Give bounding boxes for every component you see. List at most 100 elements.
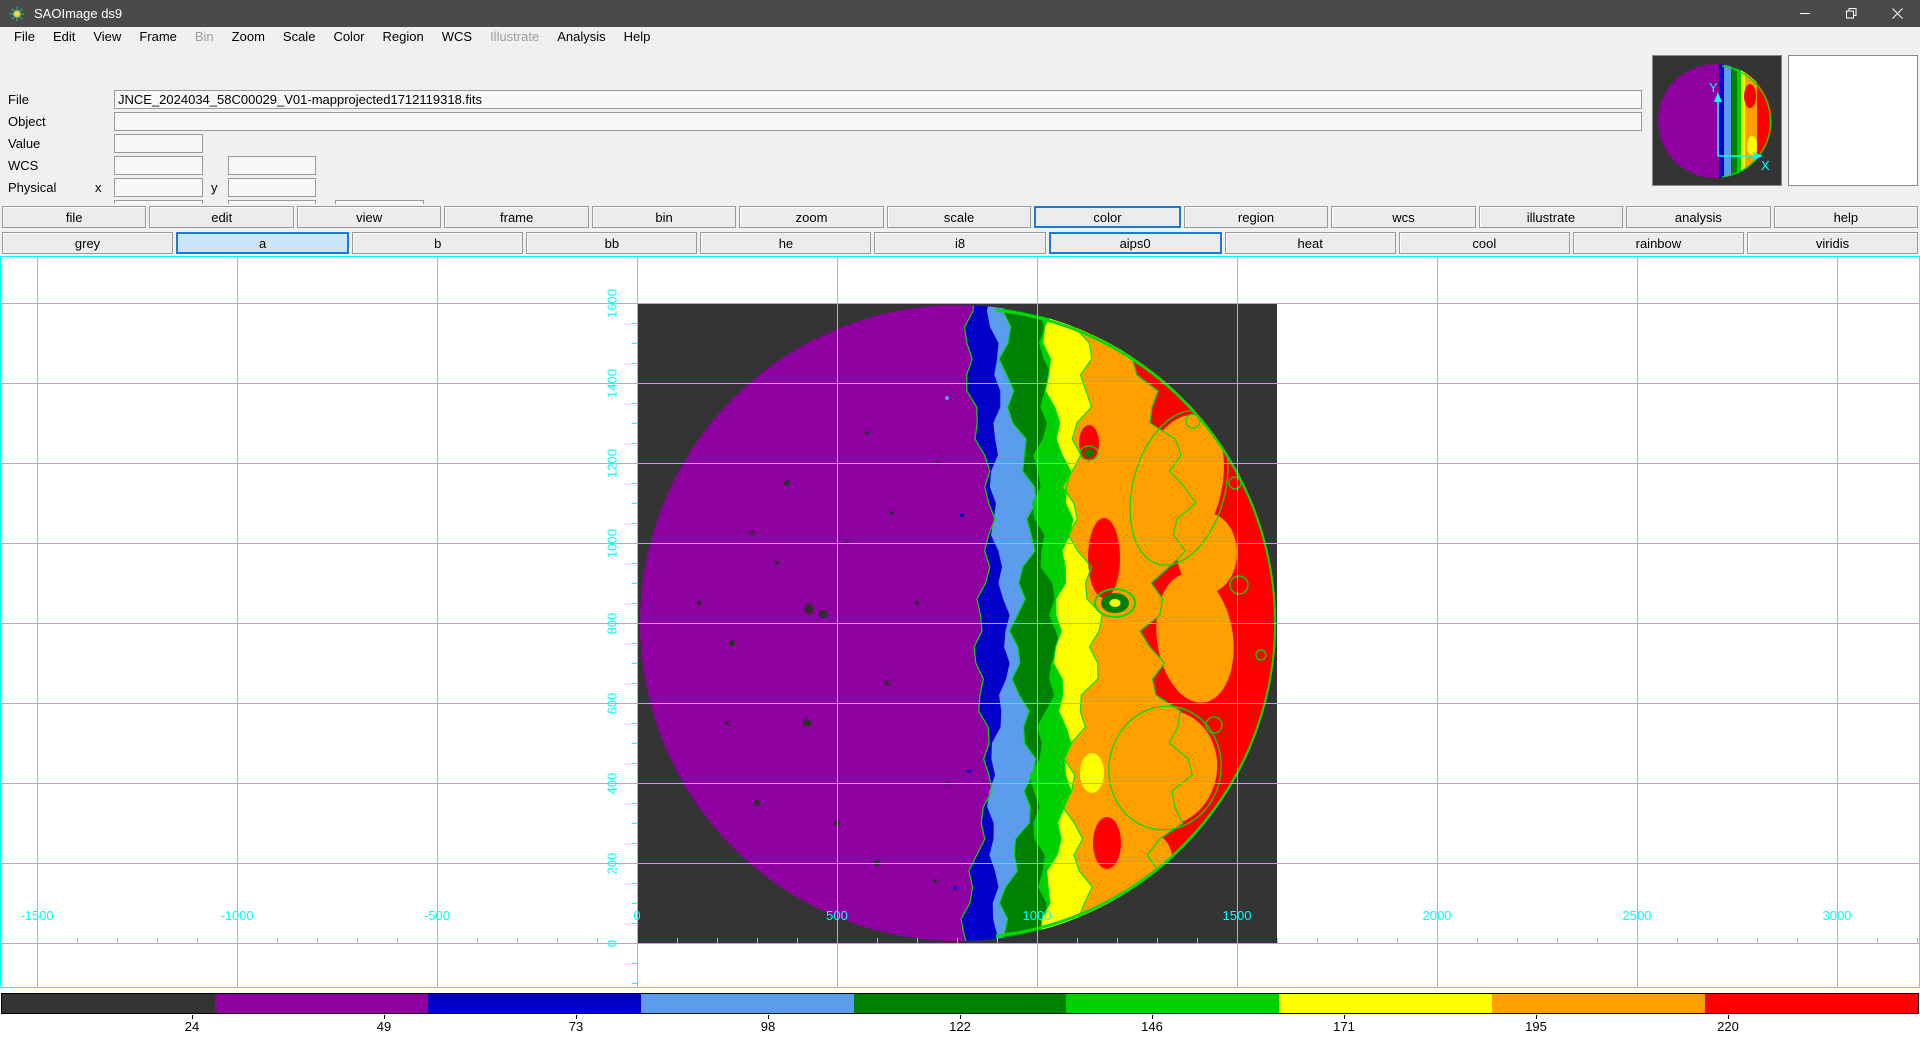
x-tick-label-2500: 2500 bbox=[1607, 908, 1667, 923]
grid-hline-800 bbox=[1, 623, 1920, 624]
toolbar-button-wcs[interactable]: wcs bbox=[1331, 206, 1475, 228]
colormap-button-cool[interactable]: cool bbox=[1399, 232, 1570, 254]
axis-minor-tick-y bbox=[632, 483, 637, 484]
colormap-button-b[interactable]: b bbox=[352, 232, 523, 254]
y-tick-label-200: 200 bbox=[605, 842, 620, 886]
axis-minor-tick-x bbox=[1157, 938, 1158, 943]
axis-minor-tick-y bbox=[632, 983, 637, 984]
image-canvas[interactable]: -1500-1000-50005001000150020002500300016… bbox=[0, 256, 1920, 988]
file-field[interactable]: JNCE_2024034_58C00029_V01-mapprojected17… bbox=[114, 90, 1642, 109]
axis-minor-tick-x bbox=[1517, 938, 1518, 943]
menu-help[interactable]: Help bbox=[615, 29, 660, 44]
axis-minor-tick-x bbox=[1397, 938, 1398, 943]
menu-file[interactable]: File bbox=[5, 29, 44, 44]
toolbar-button-color[interactable]: color bbox=[1034, 206, 1180, 228]
value-label: Value bbox=[8, 134, 40, 153]
colormap-button-aips0[interactable]: aips0 bbox=[1049, 232, 1222, 254]
menu-view[interactable]: View bbox=[84, 29, 130, 44]
colormap-button-heat[interactable]: heat bbox=[1225, 232, 1396, 254]
restore-button[interactable] bbox=[1828, 0, 1874, 27]
toolbar-button-help[interactable]: help bbox=[1774, 206, 1918, 228]
axis-minor-tick-x bbox=[1117, 938, 1118, 943]
x-tick-label-500: 500 bbox=[807, 908, 867, 923]
minimize-button[interactable] bbox=[1782, 0, 1828, 27]
colorbar-label-98: 98 bbox=[746, 1019, 790, 1034]
menu-frame[interactable]: Frame bbox=[130, 29, 186, 44]
axis-minor-tick-x bbox=[1917, 938, 1918, 943]
axis-minor-tick-x bbox=[797, 938, 798, 943]
wcs-field-1[interactable] bbox=[114, 156, 203, 175]
value-field[interactable] bbox=[114, 134, 203, 153]
axis-minor-tick-y bbox=[632, 883, 637, 884]
physical-y-letter: y bbox=[211, 178, 218, 197]
axis-minor-tick-x bbox=[877, 938, 878, 943]
x-tick-label--500: -500 bbox=[407, 908, 467, 923]
colormap-button-bb[interactable]: bb bbox=[526, 232, 697, 254]
menu-bin[interactable]: Bin bbox=[186, 29, 223, 44]
colormap-button-rainbow[interactable]: rainbow bbox=[1573, 232, 1744, 254]
toolbar-button-region[interactable]: region bbox=[1184, 206, 1328, 228]
y-tick-label-400: 400 bbox=[605, 762, 620, 806]
magnifier[interactable] bbox=[1788, 55, 1918, 186]
menu-scale[interactable]: Scale bbox=[274, 29, 325, 44]
colorbar-label-24: 24 bbox=[170, 1019, 214, 1034]
menu-region[interactable]: Region bbox=[374, 29, 433, 44]
toolbar-button-frame[interactable]: frame bbox=[444, 206, 588, 228]
app-icon bbox=[9, 6, 25, 22]
axis-minor-tick-y bbox=[632, 343, 637, 344]
colorbar-segment-1 bbox=[215, 994, 428, 1013]
toolbar-button-analysis[interactable]: analysis bbox=[1626, 206, 1770, 228]
axis-minor-tick-y bbox=[632, 523, 637, 524]
colorbar-segment-2 bbox=[428, 994, 641, 1013]
axis-minor-tick-x bbox=[1477, 938, 1478, 943]
axis-minor-tick-x bbox=[317, 938, 318, 943]
menu-illustrate[interactable]: Illustrate bbox=[481, 29, 548, 44]
physical-x-field[interactable] bbox=[114, 178, 203, 197]
menu-zoom[interactable]: Zoom bbox=[223, 29, 274, 44]
colorbar-segment-8 bbox=[1705, 994, 1918, 1013]
toolbar-button-edit[interactable]: edit bbox=[149, 206, 293, 228]
colorbar[interactable] bbox=[1, 993, 1919, 1014]
axis-minor-tick-x bbox=[557, 938, 558, 943]
menu-edit[interactable]: Edit bbox=[44, 29, 84, 44]
axis-minor-tick-x bbox=[597, 938, 598, 943]
menu-analysis[interactable]: Analysis bbox=[548, 29, 614, 44]
object-field[interactable] bbox=[114, 112, 1642, 131]
axis-minor-tick-x bbox=[197, 938, 198, 943]
toolbar-button-zoom[interactable]: zoom bbox=[739, 206, 883, 228]
menu-color[interactable]: Color bbox=[324, 29, 373, 44]
colormap-button-he[interactable]: he bbox=[700, 232, 871, 254]
wcs-field-2[interactable] bbox=[228, 156, 316, 175]
toolbar-button-scale[interactable]: scale bbox=[887, 206, 1031, 228]
menu-wcs[interactable]: WCS bbox=[433, 29, 481, 44]
toolbar-button-view[interactable]: view bbox=[297, 206, 441, 228]
colormap-button-a[interactable]: a bbox=[176, 232, 349, 254]
axis-minor-tick-x bbox=[917, 938, 918, 943]
toolbar-button-bin[interactable]: bin bbox=[592, 206, 736, 228]
physical-y-field[interactable] bbox=[228, 178, 316, 197]
toolbar-button-illustrate[interactable]: illustrate bbox=[1479, 206, 1623, 228]
colormap-button-grey[interactable]: grey bbox=[2, 232, 173, 254]
colorbar-label-146: 146 bbox=[1130, 1019, 1174, 1034]
axis-minor-tick-x bbox=[1197, 938, 1198, 943]
colormap-button-viridis[interactable]: viridis bbox=[1747, 232, 1918, 254]
axis-minor-tick-x bbox=[1677, 938, 1678, 943]
axis-minor-tick-x bbox=[1797, 938, 1798, 943]
axis-minor-tick-x bbox=[997, 938, 998, 943]
grid-hline-600 bbox=[1, 703, 1920, 704]
y-tick-label-0: 0 bbox=[605, 922, 620, 966]
axis-minor-tick-y bbox=[632, 663, 637, 664]
colormap-button-i8[interactable]: i8 bbox=[874, 232, 1045, 254]
axis-minor-tick-x bbox=[1717, 938, 1718, 943]
panner[interactable]: YX bbox=[1652, 55, 1782, 186]
colorbar-label-122: 122 bbox=[938, 1019, 982, 1034]
axis-minor-tick-y bbox=[632, 903, 637, 904]
x-tick-label-2000: 2000 bbox=[1407, 908, 1467, 923]
axis-minor-tick-x bbox=[77, 938, 78, 943]
toolbar-button-file[interactable]: file bbox=[2, 206, 146, 228]
axis-minor-tick-x bbox=[357, 938, 358, 943]
axis-minor-tick-y bbox=[632, 643, 637, 644]
colorbar-segment-3 bbox=[641, 994, 854, 1013]
close-button[interactable] bbox=[1874, 0, 1920, 27]
window-title: SAOImage ds9 bbox=[34, 6, 122, 21]
